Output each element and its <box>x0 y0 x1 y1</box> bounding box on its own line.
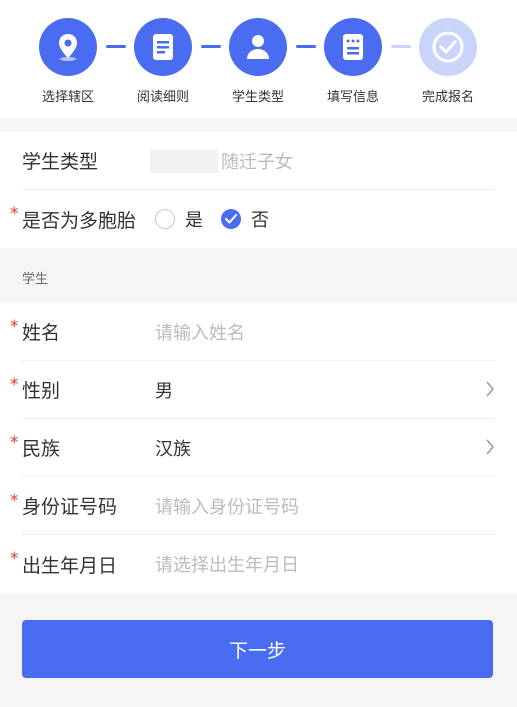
gender-label: 性别 <box>22 380 61 402</box>
birthdate-picker[interactable]: 请选择出生年月日 <box>155 551 299 577</box>
step-select-district: 选择辖区 <box>28 18 108 105</box>
radio-yes[interactable]: 是 <box>155 206 203 232</box>
name-row[interactable]: * 姓名 请输入姓名 <box>10 303 495 361</box>
step-label: 选择辖区 <box>41 90 94 105</box>
step-label: 学生类型 <box>231 90 284 105</box>
birthdate-label: 出生年月日 <box>22 554 118 577</box>
location-pin-icon <box>39 18 97 76</box>
student-type-row: 学生类型 随迁子女 <box>22 132 495 190</box>
ethnicity-row[interactable]: * 民族 汉族 <box>10 419 495 477</box>
multiple-birth-row: * 是否为多胞胎 是 否 <box>10 190 495 248</box>
gender-row[interactable]: * 性别 男 <box>10 361 495 419</box>
id-number-row[interactable]: * 身份证号码 请输入身份证号码 <box>10 477 495 535</box>
radio-unchecked-icon <box>155 209 175 229</box>
step-complete: 完成报名 <box>408 18 488 105</box>
student-type-label: 学生类型 <box>22 151 99 173</box>
step-read-rules: 阅读细则 <box>123 18 203 105</box>
step-student-type: 学生类型 <box>218 18 298 105</box>
required-marker: * <box>10 491 19 511</box>
step-progress: 选择辖区 阅读细则 学生类型 填写信息 完成报名 <box>0 0 517 118</box>
step-label: 阅读细则 <box>136 90 189 105</box>
check-circle-icon <box>419 18 477 76</box>
radio-no-label: 否 <box>251 210 269 231</box>
gender-value: 男 <box>155 380 173 402</box>
required-marker: * <box>10 549 19 569</box>
chevron-right-icon <box>485 438 495 460</box>
required-marker: * <box>10 317 19 337</box>
student-type-value: 随迁子女 <box>221 151 293 173</box>
step-fill-info: 填写信息 <box>313 18 393 105</box>
required-marker: * <box>10 204 19 224</box>
required-marker: * <box>10 433 19 453</box>
radio-checked-icon <box>221 209 241 229</box>
student-info-panel: 学生类型 随迁子女 * 是否为多胞胎 是 否 <box>0 132 517 248</box>
chevron-right-icon <box>485 380 495 402</box>
blurred-region <box>150 149 218 173</box>
step-label: 完成报名 <box>421 90 474 105</box>
radio-yes-label: 是 <box>185 210 203 231</box>
ethnicity-label: 民族 <box>22 438 61 460</box>
id-number-label: 身份证号码 <box>22 496 118 518</box>
document-icon <box>134 18 192 76</box>
radio-no[interactable]: 否 <box>221 206 269 232</box>
form-icon <box>324 18 382 76</box>
birthdate-row[interactable]: * 出生年月日 请选择出生年月日 <box>10 535 495 593</box>
multiple-birth-label: 是否为多胞胎 <box>22 209 137 232</box>
section-title: 学生 <box>22 272 49 287</box>
name-input[interactable]: 请输入姓名 <box>155 319 245 345</box>
required-marker: * <box>10 375 19 395</box>
name-label: 姓名 <box>22 322 61 344</box>
student-fields-panel: * 姓名 请输入姓名 * 性别 男 * 民族 汉族 * 身份证号码 请输入身份证… <box>0 303 517 593</box>
section-header: 学生 <box>0 248 517 303</box>
step-label: 填写信息 <box>326 90 379 105</box>
next-step-button[interactable]: 下一步 <box>22 620 493 678</box>
ethnicity-value: 汉族 <box>155 438 191 460</box>
id-number-input[interactable]: 请输入身份证号码 <box>155 493 299 519</box>
user-icon <box>229 18 287 76</box>
